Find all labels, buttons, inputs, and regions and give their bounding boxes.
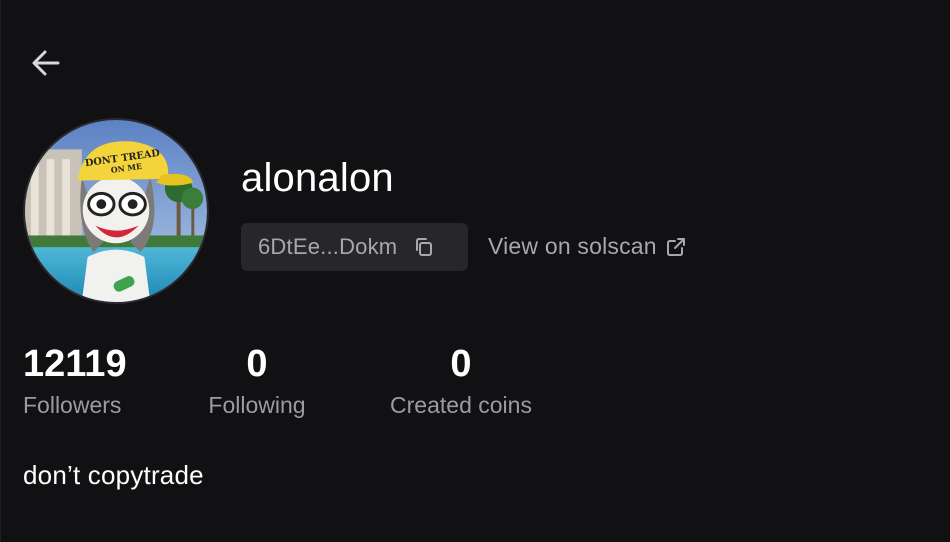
avatar-image: DONT TREAD ON ME [25, 120, 207, 302]
following-stat[interactable]: 0 Following [203, 340, 311, 420]
followers-label: Followers [23, 392, 122, 418]
following-count: 0 [246, 343, 268, 385]
view-on-solscan-link[interactable]: View on solscan [488, 233, 687, 260]
followers-count: 12119 [23, 343, 127, 385]
following-label: Following [208, 392, 306, 418]
profile-page: DONT TREAD ON ME alonalon 6DtEe...Dokm V… [0, 0, 950, 542]
external-link-icon [666, 237, 685, 256]
username: alonalon [241, 156, 394, 200]
followers-stat[interactable]: 12119 Followers [23, 340, 127, 420]
created-coins-stat[interactable]: 0 Created coins [382, 340, 540, 420]
created-coins-count: 0 [450, 343, 472, 385]
avatar: DONT TREAD ON ME [23, 118, 209, 304]
copy-address-button[interactable]: 6DtEe...Dokm [241, 223, 468, 271]
wallet-address: 6DtEe...Dokm [258, 234, 398, 259]
copy-icon [416, 238, 433, 256]
profile-bio: don’t copytrade [23, 460, 204, 490]
back-button[interactable] [25, 42, 67, 84]
created-coins-label: Created coins [390, 392, 532, 418]
arrow-left-icon [32, 50, 60, 76]
solscan-label: View on solscan [488, 233, 657, 259]
